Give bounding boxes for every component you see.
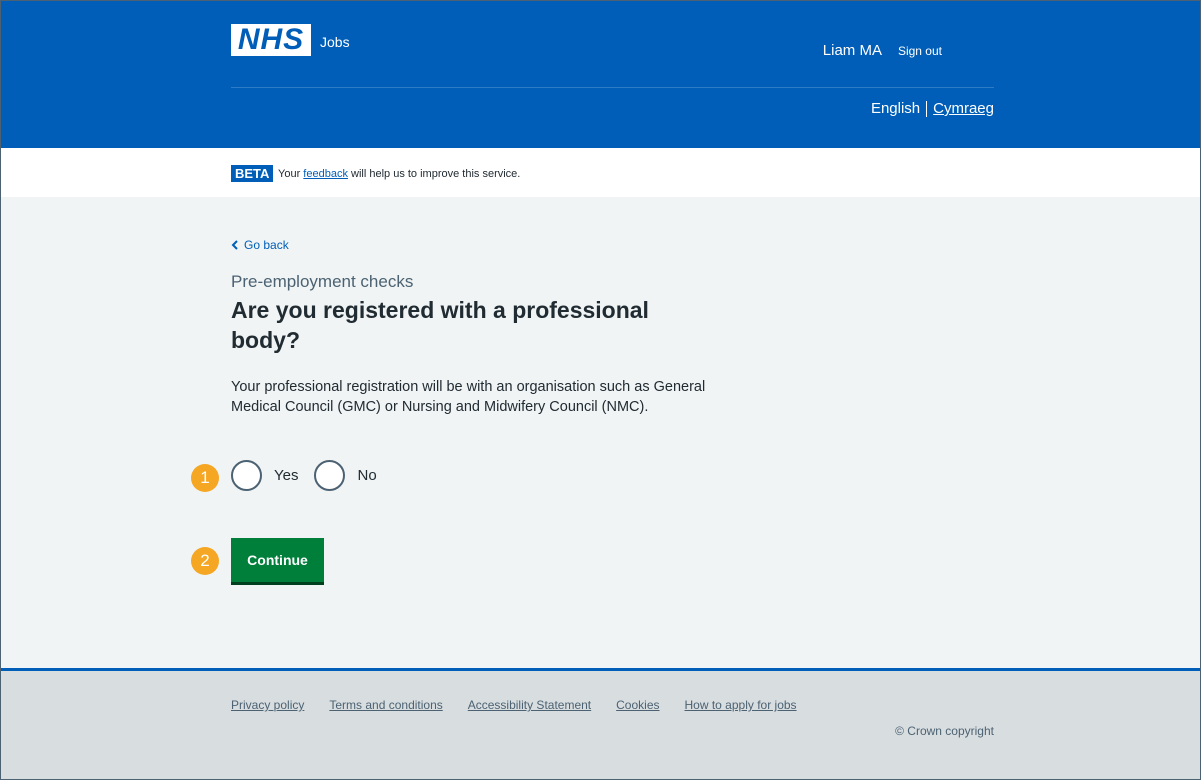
beta-text-after: will help us to improve this service. <box>351 168 521 180</box>
copyright: © Crown copyright <box>895 724 994 738</box>
radio-option-yes[interactable]: Yes <box>231 460 298 491</box>
user-name: Liam MA <box>822 42 882 59</box>
beta-banner <box>0 148 1201 197</box>
beta-tag: BETA <box>231 165 274 182</box>
page-caption: Pre-employment checks <box>231 272 414 291</box>
page-title: Are you registered with a professional b… <box>231 297 649 353</box>
account-area: Liam MA Sign out <box>823 42 942 59</box>
footer-link-cookies[interactable]: Cookies <box>616 698 659 712</box>
hint-text: Your professional registration will be w… <box>231 379 706 415</box>
beta-text-before: Your <box>278 168 301 180</box>
lang-cymraeg-link[interactable]: Cymraeg <box>933 100 994 117</box>
radio-no-circle[interactable] <box>314 460 346 491</box>
language-switcher: English Cymraeg <box>871 100 994 117</box>
lang-english: English <box>870 100 921 117</box>
back-link-label: Go back <box>244 238 289 252</box>
nhs-logo[interactable]: NHS <box>231 24 311 56</box>
footer-link-terms[interactable]: Terms and conditions <box>329 698 442 712</box>
header-divider <box>231 87 994 88</box>
footer-link-accessibility[interactable]: Accessibility Statement <box>468 698 591 712</box>
feedback-link[interactable]: feedback <box>303 168 348 180</box>
site-footer <box>0 668 1201 780</box>
nhs-logo-text: NHS <box>237 23 305 56</box>
back-link[interactable]: Go back <box>231 238 289 252</box>
sign-out-link[interactable]: Sign out <box>898 44 942 58</box>
radio-group: Yes No <box>231 460 393 491</box>
radio-option-no[interactable]: No <box>314 460 377 491</box>
lang-separator <box>926 100 928 117</box>
beta-message: Your feedback will help us to improve th… <box>278 168 520 180</box>
continue-button[interactable]: Continue <box>231 538 324 582</box>
radio-yes-label: Yes <box>274 467 299 484</box>
footer-link-how-to-apply[interactable]: How to apply for jobs <box>685 698 797 712</box>
step-badge-1: 1 <box>191 464 219 492</box>
footer-links: Privacy policy Terms and conditions Acce… <box>231 698 797 712</box>
step-badge-2: 2 <box>191 547 219 575</box>
chevron-left-icon <box>231 240 238 250</box>
site-header: NHS Jobs Liam MA Sign out English Cymrae… <box>0 0 1201 148</box>
radio-yes-circle[interactable] <box>231 460 262 491</box>
footer-link-privacy[interactable]: Privacy policy <box>231 698 304 712</box>
radio-no-label: No <box>357 467 377 484</box>
service-name[interactable]: Jobs <box>320 34 350 50</box>
